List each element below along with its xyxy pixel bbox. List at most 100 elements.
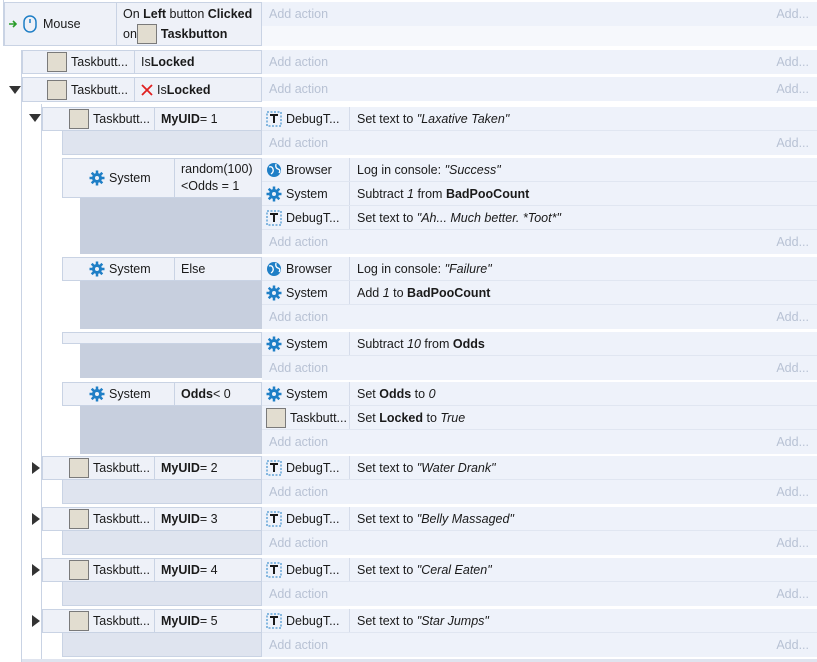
event-myuid-2[interactable]: Taskbutt... MyUID = 2 bbox=[42, 456, 262, 480]
action-row[interactable]: DebugT... Set text to "Belly Massaged" bbox=[262, 507, 817, 531]
add-action-row[interactable]: Add action Add... bbox=[262, 305, 817, 329]
condition-object[interactable]: Taskbutt... bbox=[43, 508, 155, 530]
action-object[interactable]: DebugT... bbox=[262, 609, 350, 632]
condition-text: Is Locked bbox=[141, 55, 195, 69]
action-object[interactable]: Browser bbox=[262, 257, 350, 280]
action-row[interactable]: System Subtract 10 from Odds bbox=[262, 332, 817, 356]
add-action-row[interactable]: Add action Add... bbox=[262, 480, 817, 504]
action-text: Set text to "Star Jumps" bbox=[357, 613, 489, 628]
action-text: Log in console: "Success" bbox=[357, 162, 501, 177]
action-row[interactable]: System Add 1 to BadPooCount bbox=[262, 281, 817, 305]
taskbutton-icon bbox=[69, 458, 89, 478]
event-else[interactable]: System Else bbox=[62, 257, 262, 281]
add-action-row[interactable]: Add action Add... bbox=[262, 131, 817, 155]
event-mouse-clicked[interactable]: Mouse On Left button Clicked on Taskbutt… bbox=[4, 2, 262, 46]
event-myuid-4[interactable]: Taskbutt... MyUID = 4 bbox=[42, 558, 262, 582]
condition-text: MyUID = 1 bbox=[161, 112, 218, 126]
add-action-row[interactable]: Add action Add... bbox=[262, 633, 817, 657]
add-action-row[interactable]: Add action Add... bbox=[262, 77, 817, 101]
gear-icon bbox=[266, 186, 282, 202]
action-object[interactable]: DebugT... bbox=[262, 206, 350, 229]
gear-icon bbox=[266, 386, 282, 402]
condition-object[interactable]: Taskbutt... bbox=[43, 457, 155, 479]
add-action-row[interactable]: Add action Add... bbox=[262, 582, 817, 606]
add-action-row[interactable]: Add action Add... bbox=[262, 50, 817, 74]
action-row[interactable]: DebugT... Set text to "Star Jumps" bbox=[262, 609, 817, 633]
text-object-icon bbox=[266, 511, 282, 527]
add-action-row[interactable]: Add action Add... bbox=[262, 430, 817, 454]
action-text: Set text to "Ceral Eaten" bbox=[357, 562, 492, 577]
taskbutton-icon bbox=[47, 79, 67, 100]
condition-object[interactable]: Taskbutt... bbox=[43, 610, 155, 632]
taskbutton-icon bbox=[47, 52, 67, 72]
add-action-row[interactable]: Add action Add... bbox=[262, 531, 817, 555]
event-myuid-1[interactable]: Taskbutt... MyUID = 1 bbox=[42, 107, 262, 131]
condition-text: MyUID = 5 bbox=[161, 614, 218, 628]
condition-object[interactable]: Taskbutt... bbox=[23, 51, 135, 73]
expand-arrow[interactable] bbox=[32, 615, 40, 627]
add-action-row[interactable]: Add action Add... bbox=[262, 230, 817, 254]
action-row[interactable]: DebugT... Set text to "Laxative Taken" bbox=[262, 107, 817, 131]
action-object[interactable]: System bbox=[262, 332, 350, 355]
condition-object[interactable]: Mouse bbox=[5, 3, 117, 45]
event-blank[interactable] bbox=[62, 332, 262, 344]
condition-object[interactable]: System bbox=[63, 258, 175, 280]
action-object[interactable]: System bbox=[262, 382, 350, 405]
expand-arrow[interactable] bbox=[32, 564, 40, 576]
add-action-row[interactable]: Add action Add... bbox=[262, 2, 817, 26]
action-text: Subtract 10 from Odds bbox=[357, 336, 485, 351]
event-is-locked[interactable]: Taskbutt... Is Locked bbox=[22, 50, 262, 74]
action-row[interactable]: Taskbutt... Set Locked to True bbox=[262, 406, 817, 430]
action-object[interactable]: System bbox=[262, 182, 350, 205]
gear-icon bbox=[266, 336, 282, 352]
condition-object[interactable]: System bbox=[63, 159, 175, 197]
collapse-arrow[interactable] bbox=[29, 114, 41, 122]
invert-cross-icon bbox=[141, 83, 153, 96]
action-object[interactable]: DebugT... bbox=[262, 456, 350, 479]
expand-arrow[interactable] bbox=[32, 462, 40, 474]
action-object[interactable]: System bbox=[262, 281, 350, 304]
collapse-arrow[interactable] bbox=[9, 86, 21, 94]
text-object-icon bbox=[266, 613, 282, 629]
action-row[interactable]: Browser Log in console: "Success" bbox=[262, 158, 817, 182]
event-random-odds[interactable]: System random(100) <Odds = 1 bbox=[62, 158, 262, 198]
taskbutton-icon bbox=[69, 611, 89, 631]
action-row[interactable]: DebugT... Set text to "Ah... Much better… bbox=[262, 206, 817, 230]
mouse-icon bbox=[23, 15, 37, 33]
gear-icon bbox=[89, 170, 105, 186]
action-text: Set text to "Belly Massaged" bbox=[357, 511, 514, 526]
action-object[interactable]: Taskbutt... bbox=[262, 406, 350, 429]
event-odds-below-zero[interactable]: System Odds < 0 bbox=[62, 382, 262, 406]
condition-object[interactable]: Taskbutt... bbox=[23, 78, 135, 101]
action-text: Set text to "Ah... Much better. *Toot*" bbox=[357, 210, 561, 225]
action-row[interactable]: Browser Log in console: "Failure" bbox=[262, 257, 817, 281]
condition-object[interactable]: System bbox=[63, 383, 175, 405]
condition-object[interactable]: Taskbutt... bbox=[43, 108, 155, 130]
text-object-icon bbox=[266, 562, 282, 578]
action-object[interactable]: Browser bbox=[262, 158, 350, 181]
trigger-arrow-icon bbox=[9, 19, 19, 29]
gear-icon bbox=[89, 386, 105, 402]
taskbutton-icon bbox=[69, 109, 89, 129]
action-text: Log in console: "Failure" bbox=[357, 261, 492, 276]
event-not-locked[interactable]: Taskbutt... Is Locked bbox=[22, 77, 262, 102]
add-action-row[interactable]: Add action Add... bbox=[262, 356, 817, 380]
action-text: Add 1 to BadPooCount bbox=[357, 285, 491, 300]
event-sheet: Mouse On Left button Clicked on Taskbutt… bbox=[0, 0, 817, 662]
action-row[interactable]: System Subtract 1 from BadPooCount bbox=[262, 182, 817, 206]
action-row[interactable]: DebugT... Set text to "Ceral Eaten" bbox=[262, 558, 817, 582]
condition-object[interactable]: Taskbutt... bbox=[43, 559, 155, 581]
condition-text: Else bbox=[181, 262, 206, 276]
event-myuid-5[interactable]: Taskbutt... MyUID = 5 bbox=[42, 609, 262, 633]
action-object[interactable]: DebugT... bbox=[262, 107, 350, 130]
gear-icon bbox=[266, 285, 282, 301]
event-myuid-3[interactable]: Taskbutt... MyUID = 3 bbox=[42, 507, 262, 531]
action-object[interactable]: DebugT... bbox=[262, 558, 350, 581]
action-text: Set text to "Water Drank" bbox=[357, 460, 496, 475]
text-object-icon bbox=[266, 460, 282, 476]
action-row[interactable]: DebugT... Set text to "Water Drank" bbox=[262, 456, 817, 480]
action-row[interactable]: System Set Odds to 0 bbox=[262, 382, 817, 406]
expand-arrow[interactable] bbox=[32, 513, 40, 525]
action-text: Set text to "Laxative Taken" bbox=[357, 111, 510, 126]
action-object[interactable]: DebugT... bbox=[262, 507, 350, 530]
